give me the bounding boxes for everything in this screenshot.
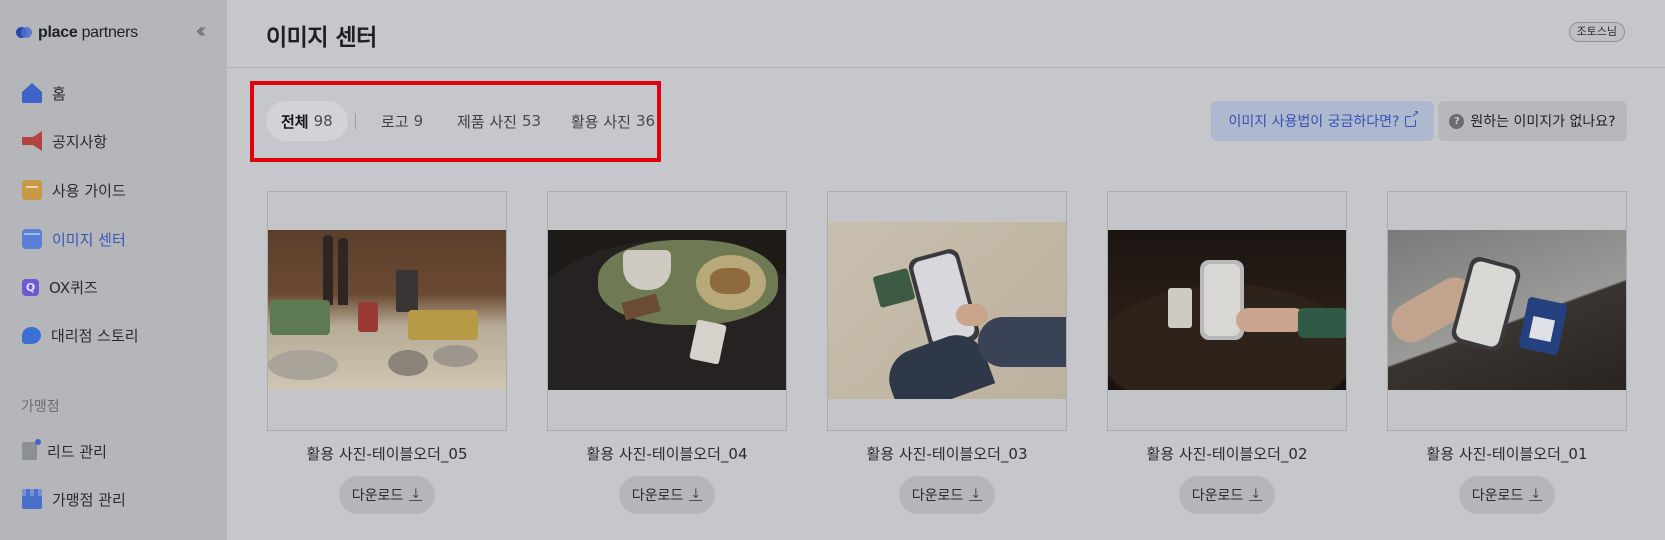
- user-badge[interactable]: 조토스님: [1568, 22, 1625, 42]
- image-usage-help-button[interactable]: 이미지 사용법이 궁금하다면?: [1211, 101, 1434, 141]
- document-icon: [22, 439, 41, 460]
- page-title: 이미지 센터: [266, 25, 377, 51]
- question-icon: ?: [1449, 113, 1465, 129]
- home-icon: [22, 83, 42, 103]
- download-icon: ↓: [409, 486, 423, 502]
- sidebar-item-label: 사용 가이드: [52, 181, 126, 200]
- sidebar-item-label: 이미지 센터: [52, 230, 126, 249]
- request-image-button[interactable]: ? 원하는 이미지가 없나요?: [1438, 101, 1627, 141]
- sidebar-item-label: 홈: [52, 84, 66, 103]
- photo-restaurant-table: [268, 230, 506, 390]
- image-card[interactable]: 활용 사진-테이블오더_05 다운로드 ↓: [267, 191, 507, 514]
- download-icon: ↓: [1249, 486, 1263, 502]
- sidebar-item-lead-management[interactable]: 리드 관리: [22, 436, 107, 466]
- book-icon: [22, 180, 42, 200]
- tab-product-photos[interactable]: 제품 사진 53: [457, 101, 541, 141]
- sidebar-item-agency-story[interactable]: 대리점 스토리: [22, 320, 139, 350]
- sidebar-item-ox-quiz[interactable]: Q OX퀴즈: [22, 272, 98, 302]
- tab-label: 로고: [381, 112, 409, 131]
- image-thumbnail[interactable]: [1107, 191, 1347, 431]
- logo-mark-icon: [16, 25, 34, 41]
- tab-divider: [355, 113, 356, 129]
- sidebar-item-notice[interactable]: 공지사항: [22, 126, 107, 156]
- sidebar-section-label: 가맹점: [21, 399, 60, 415]
- image-thumbnail[interactable]: [267, 191, 507, 431]
- sidebar-item-label: 가맹점 관리: [52, 490, 126, 509]
- request-button-label: 원하는 이미지가 없나요?: [1470, 114, 1616, 130]
- chat-bubble-icon: [22, 326, 41, 344]
- image-folder-icon: [22, 229, 42, 249]
- sidebar-item-label: 리드 관리: [47, 442, 107, 461]
- main-content: 이미지 센터 조토스님 전체 98 로고 9 제품 사진 53 활용 사진 36…: [227, 0, 1665, 540]
- sidebar-item-label: OX퀴즈: [49, 278, 98, 297]
- download-button[interactable]: 다운로드 ↓: [899, 476, 995, 514]
- tab-all[interactable]: 전체 98: [266, 101, 348, 141]
- download-button[interactable]: 다운로드 ↓: [1459, 476, 1555, 514]
- download-icon: ↓: [1529, 486, 1543, 502]
- download-label: 다운로드: [1471, 488, 1524, 504]
- image-thumbnail[interactable]: [1387, 191, 1627, 431]
- photo-phone-counter: [1388, 230, 1626, 390]
- sidebar: place partners ‹‹ 홈 공지사항 사용 가이드 이미지 센터 Q…: [0, 0, 227, 540]
- download-label: 다운로드: [911, 488, 964, 504]
- image-thumbnail[interactable]: [827, 191, 1067, 431]
- logo-text: place partners: [38, 24, 138, 41]
- quiz-icon: Q: [22, 278, 39, 296]
- download-icon: ↓: [689, 486, 703, 502]
- chevrons-left-icon[interactable]: ‹‹: [186, 21, 210, 44]
- sidebar-item-label: 대리점 스토리: [51, 326, 139, 345]
- sidebar-item-store-management[interactable]: 가맹점 관리: [22, 484, 126, 514]
- sidebar-item-home[interactable]: 홈: [22, 78, 66, 108]
- tab-count: 36: [635, 112, 656, 130]
- card-title: 활용 사진-테이블오더_01: [1426, 445, 1588, 463]
- download-button[interactable]: 다운로드 ↓: [1179, 476, 1275, 514]
- download-label: 다운로드: [631, 488, 684, 504]
- photo-coffee-table: [548, 230, 786, 390]
- photo-phone-in-hands: [828, 222, 1066, 399]
- download-label: 다운로드: [1191, 488, 1244, 504]
- download-icon: ↓: [969, 486, 983, 502]
- page-header: 이미지 센터 조토스님: [227, 0, 1665, 68]
- tab-count: 9: [413, 112, 424, 130]
- download-label: 다운로드: [351, 488, 404, 504]
- card-title: 활용 사진-테이블오더_03: [866, 445, 1028, 463]
- megaphone-icon: [22, 131, 42, 151]
- place-partners-logo[interactable]: place partners: [16, 22, 138, 44]
- tab-label: 활용 사진: [571, 112, 631, 131]
- image-card[interactable]: 활용 사진-테이블오더_02 다운로드 ↓: [1107, 191, 1347, 514]
- tab-count: 98: [313, 112, 333, 130]
- image-card[interactable]: 활용 사진-테이블오더_01 다운로드 ↓: [1387, 191, 1627, 514]
- download-button[interactable]: 다운로드 ↓: [619, 476, 715, 514]
- photo-phone-dark-table: [1108, 230, 1346, 390]
- sidebar-item-guide[interactable]: 사용 가이드: [22, 175, 126, 205]
- download-button[interactable]: 다운로드 ↓: [339, 476, 435, 514]
- image-card[interactable]: 활용 사진-테이블오더_03 다운로드 ↓: [827, 191, 1067, 514]
- tab-usage-photos[interactable]: 활용 사진 36: [571, 101, 655, 141]
- help-button-label: 이미지 사용법이 궁금하다면?: [1228, 114, 1400, 130]
- external-link-icon: [1405, 109, 1420, 127]
- tab-logo[interactable]: 로고 9: [381, 101, 423, 141]
- store-icon: [22, 489, 42, 509]
- image-card[interactable]: 활용 사진-테이블오더_04 다운로드 ↓: [547, 191, 787, 514]
- sidebar-item-label: 공지사항: [52, 132, 108, 151]
- tab-count: 53: [521, 112, 542, 130]
- card-title: 활용 사진-테이블오더_02: [1146, 445, 1308, 463]
- tab-label: 전체: [281, 112, 309, 131]
- image-thumbnail[interactable]: [547, 191, 787, 431]
- card-title: 활용 사진-테이블오더_05: [306, 445, 468, 463]
- tab-label: 제품 사진: [457, 112, 517, 131]
- card-title: 활용 사진-테이블오더_04: [586, 445, 748, 463]
- sidebar-item-image-center[interactable]: 이미지 센터: [22, 224, 126, 254]
